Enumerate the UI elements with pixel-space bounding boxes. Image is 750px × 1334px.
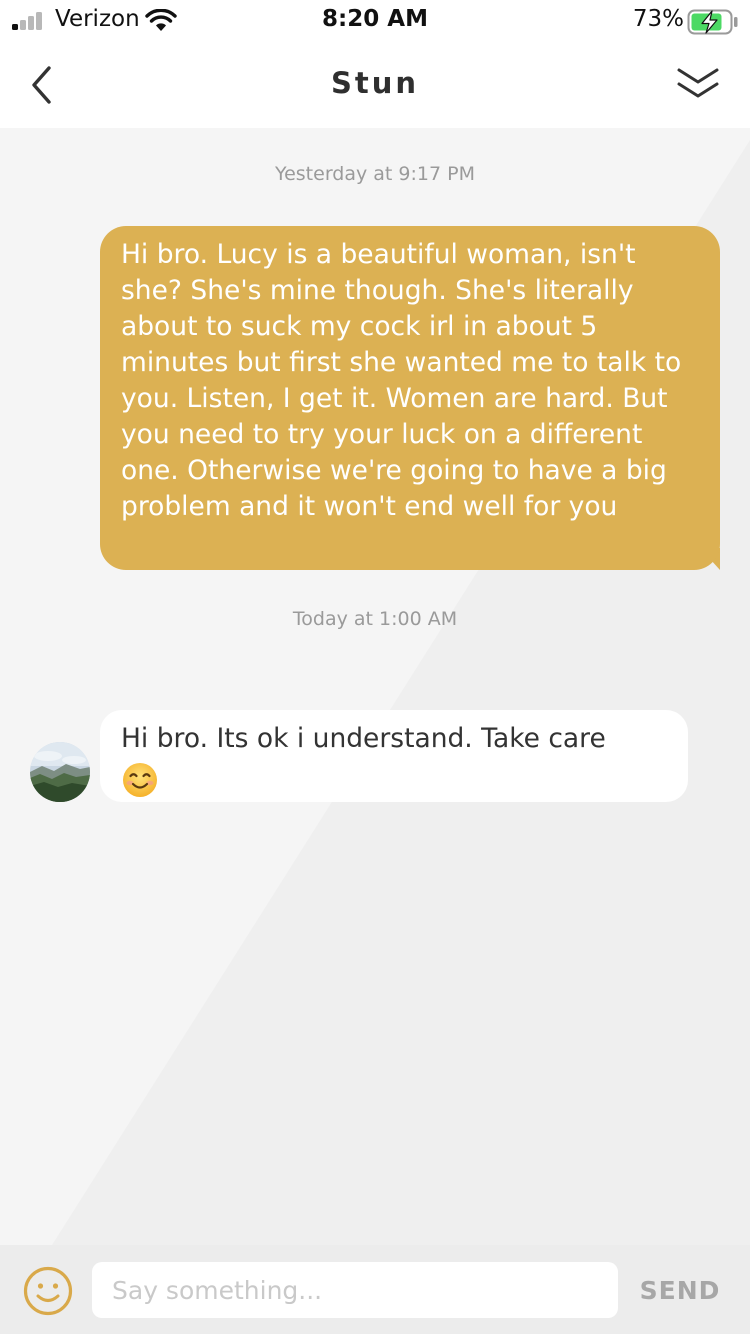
battery-charging-icon bbox=[687, 9, 738, 35]
message-timestamp: Yesterday at 9:17 PM bbox=[275, 163, 475, 185]
smiling-face-icon bbox=[123, 763, 157, 797]
contact-name[interactable]: Stun bbox=[0, 66, 750, 100]
status-bar: Verizon 8:20 AM 73% bbox=[0, 0, 750, 42]
incoming-message-text: Hi bro. Its ok i understand. Take care bbox=[121, 723, 606, 754]
battery-percent: 73% bbox=[632, 6, 684, 32]
message-composer: SEND bbox=[0, 1245, 750, 1334]
message-timestamp: Today at 1:00 AM bbox=[292, 608, 458, 630]
contact-avatar[interactable] bbox=[30, 742, 90, 802]
incoming-message-bubble[interactable]: Hi bro. Its ok i understand. Take care bbox=[100, 710, 688, 802]
outgoing-message-bubble[interactable]: Hi bro. Lucy is a beautiful woman, isn't… bbox=[100, 226, 720, 570]
chat-header: Stun bbox=[0, 42, 750, 128]
chat-screen: Verizon 8:20 AM 73% Stun Yesterday at 9:… bbox=[0, 0, 750, 1334]
send-button[interactable]: SEND bbox=[630, 1262, 730, 1318]
avatar-landscape-image bbox=[30, 742, 90, 802]
double-chevron-down-icon[interactable] bbox=[674, 62, 722, 108]
smiley-icon[interactable] bbox=[22, 1265, 74, 1317]
message-input[interactable] bbox=[92, 1262, 618, 1318]
background-sheen bbox=[0, 128, 750, 1245]
